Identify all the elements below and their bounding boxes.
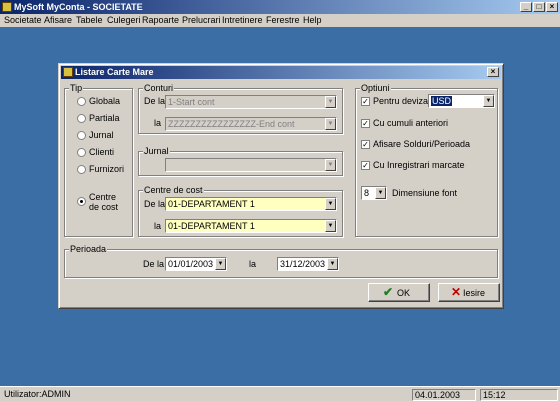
checkbox-pentru-deviza[interactable]: ✓	[361, 97, 370, 106]
listare-carte-mare-dialog: Listare Carte Mare × Tip Globala Partial…	[58, 63, 504, 309]
maximize-button[interactable]: □	[533, 2, 545, 12]
radio-jurnal[interactable]	[77, 131, 86, 140]
ok-button-label: OK	[397, 288, 411, 298]
minimize-button[interactable]: _	[520, 2, 532, 12]
perioada-de-la-date[interactable]: 01/01/2003 ▼	[165, 257, 227, 271]
conturi-la-value: ZZZZZZZZZZZZZZZZ-End cont	[168, 119, 295, 129]
afisare-solduri-label: Afisare Solduri/Perioada	[373, 139, 471, 149]
deviza-value: USD	[431, 96, 453, 106]
deviza-combo[interactable]: USD ▼	[428, 94, 495, 108]
centre-cost-group-label: Centre de cost	[143, 185, 204, 195]
menu-ferestre[interactable]: Ferestre	[266, 15, 300, 25]
radio-partiala-label: Partiala	[89, 113, 120, 123]
iesire-button[interactable]: ✕ Iesire	[438, 283, 500, 302]
centre-cost-de-la-label: De la	[144, 199, 166, 209]
status-bar: Utilizator:ADMIN 04.01.2003 15:12	[0, 386, 560, 401]
jurnal-group-label: Jurnal	[143, 146, 170, 156]
chevron-down-icon[interactable]: ▼	[327, 258, 338, 270]
perioada-de-la-label: De la	[143, 259, 165, 269]
status-time: 15:12	[480, 389, 558, 401]
app-title: MySoft MyConta - SOCIETATE	[14, 2, 143, 12]
perioada-group-label: Perioada	[69, 244, 108, 254]
dimensiune-font-label: Dimensiune font	[392, 188, 458, 198]
radio-clienti[interactable]	[77, 148, 86, 157]
menu-societate[interactable]: Societate	[4, 15, 42, 25]
menu-afisare[interactable]: Afisare	[44, 15, 72, 25]
status-date: 04.01.2003	[412, 389, 476, 401]
centre-cost-la-label: la	[154, 221, 162, 231]
perioada-la-value: 31/12/2003	[280, 259, 326, 269]
jurnal-combo[interactable]: ▼	[165, 158, 337, 172]
dialog-title-bar: Listare Carte Mare ×	[61, 66, 501, 79]
centre-cost-de-la-value: 01-DEPARTAMENT 1	[168, 199, 255, 209]
perioada-de-la-value: 01/01/2003	[168, 259, 214, 269]
radio-globala-label: Globala	[89, 96, 121, 106]
perioada-group: Perioada De la 01/01/2003 ▼ la 31/12/200…	[64, 244, 498, 278]
radio-furnizori[interactable]	[77, 165, 86, 174]
jurnal-group: Jurnal ▼	[138, 146, 343, 176]
centre-cost-group: Centre de cost De la 01-DEPARTAMENT 1 ▼ …	[138, 185, 343, 237]
cu-cumuli-label: Cu cumuli anteriori	[373, 118, 449, 128]
radio-centre-label-1: Centre	[89, 192, 117, 202]
centre-cost-de-la-combo[interactable]: 01-DEPARTAMENT 1 ▼	[165, 197, 337, 211]
conturi-la-label: la	[154, 118, 162, 128]
dialog-close-button[interactable]: ×	[487, 67, 499, 77]
conturi-la-combo[interactable]: ZZZZZZZZZZZZZZZZ-End cont ▼	[165, 117, 337, 131]
radio-jurnal-label: Jurnal	[89, 130, 114, 140]
checkbox-afisare-solduri[interactable]: ✓	[361, 140, 370, 149]
radio-centre-de-cost[interactable]	[77, 197, 86, 206]
check-icon: ✔	[383, 285, 394, 299]
chevron-down-icon[interactable]: ▼	[325, 220, 336, 232]
chevron-down-icon[interactable]: ▼	[325, 118, 336, 130]
dimensiune-font-combo[interactable]: 8 ▼	[361, 186, 387, 200]
chevron-down-icon[interactable]: ▼	[215, 258, 226, 270]
radio-globala[interactable]	[77, 97, 86, 106]
chevron-down-icon[interactable]: ▼	[325, 198, 336, 210]
perioada-la-date[interactable]: 31/12/2003 ▼	[277, 257, 339, 271]
menu-tabele[interactable]: Tabele	[76, 15, 103, 25]
menu-rapoarte[interactable]: Rapoarte	[142, 15, 179, 25]
centre-cost-la-value: 01-DEPARTAMENT 1	[168, 221, 255, 231]
app-icon	[2, 2, 12, 12]
ok-button[interactable]: ✔ OK	[368, 283, 430, 302]
menu-help[interactable]: Help	[303, 15, 322, 25]
close-button[interactable]: ×	[546, 2, 558, 12]
status-user: Utilizator:ADMIN	[4, 389, 71, 399]
radio-clienti-label: Clienti	[89, 147, 115, 157]
menu-prelucrari[interactable]: Prelucrari	[182, 15, 221, 25]
chevron-down-icon[interactable]: ▼	[375, 187, 386, 199]
checkbox-cu-inregistrari[interactable]: ✓	[361, 161, 370, 170]
radio-partiala[interactable]	[77, 114, 86, 123]
checkbox-cu-cumuli[interactable]: ✓	[361, 119, 370, 128]
dialog-title: Listare Carte Mare	[75, 67, 154, 77]
chevron-down-icon[interactable]: ▼	[325, 159, 336, 171]
chevron-down-icon[interactable]: ▼	[483, 95, 494, 107]
pentru-deviza-label: Pentru deviza	[373, 96, 429, 106]
menu-bar: Societate Afisare Tabele Culegeri Rapoar…	[0, 14, 560, 27]
conturi-de-la-value: 1-Start cont	[168, 97, 215, 107]
tip-group-label: Tip	[69, 83, 84, 93]
cu-inregistrari-label: Cu Inregistrari marcate	[373, 160, 465, 170]
optiuni-group-label: Optiuni	[360, 83, 391, 93]
radio-furnizori-label: Furnizori	[89, 164, 125, 174]
iesire-button-label: Iesire	[463, 288, 486, 298]
chevron-down-icon[interactable]: ▼	[325, 96, 336, 108]
optiuni-group: Optiuni ✓ Pentru deviza USD ▼ ✓ Cu cumul…	[355, 83, 498, 237]
radio-centre-label-2: de cost	[89, 202, 119, 212]
conturi-de-la-combo[interactable]: 1-Start cont ▼	[165, 95, 337, 109]
dialog-icon	[63, 67, 73, 77]
dimensiune-font-value: 8	[364, 188, 370, 198]
centre-cost-la-combo[interactable]: 01-DEPARTAMENT 1 ▼	[165, 219, 337, 233]
conturi-group-label: Conturi	[143, 83, 175, 93]
menu-culegeri[interactable]: Culegeri	[107, 15, 141, 25]
conturi-de-la-label: De la	[144, 96, 166, 106]
perioada-la-label: la	[249, 259, 257, 269]
menu-intretinere[interactable]: Intretinere	[222, 15, 263, 25]
conturi-group: Conturi De la 1-Start cont ▼ la ZZZZZZZZ…	[138, 83, 343, 134]
main-title-bar: MySoft MyConta - SOCIETATE _ □ ×	[0, 0, 560, 14]
tip-group: Tip Globala Partiala Jurnal Clienti Furn…	[64, 83, 133, 237]
close-icon: ✕	[451, 285, 462, 299]
